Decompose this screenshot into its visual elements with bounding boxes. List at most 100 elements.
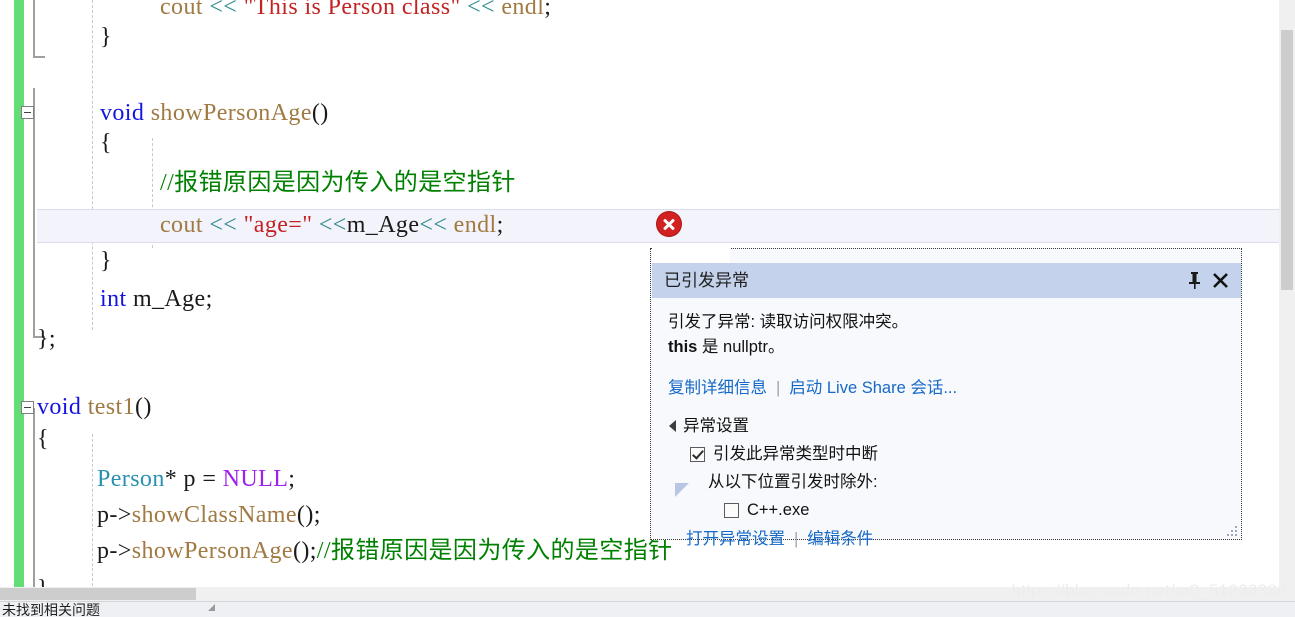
code-token: //报错原因是因为传入的是空指针 (160, 170, 516, 196)
code-token: test1 (87, 394, 136, 420)
error-x-icon[interactable] (657, 212, 681, 236)
module-exclusion-checkbox[interactable] (724, 502, 739, 518)
code-token: Person (97, 466, 165, 492)
code-token: ; (496, 212, 504, 238)
collapse-toggle-showpersonage[interactable] (21, 106, 34, 119)
code-line[interactable]: cout << "age=" <<m_Age<< endl; (160, 210, 504, 240)
popup-title: 已引发异常 (664, 271, 749, 290)
code-token: () (135, 394, 152, 420)
code-line[interactable]: { (100, 128, 112, 158)
copy-details-link[interactable]: 复制详细信息 (668, 376, 767, 400)
code-token: endl (501, 0, 545, 20)
code-token: p-> (97, 502, 132, 528)
close-icon[interactable] (1207, 268, 1233, 294)
code-line[interactable]: } (100, 22, 112, 52)
code-line[interactable]: //报错原因是因为传入的是空指针 (160, 168, 516, 198)
code-token: } (100, 24, 112, 50)
change-tracking-bar (14, 0, 24, 601)
code-token: m_Age; (126, 286, 213, 312)
code-token: () (311, 100, 329, 126)
structure-line (33, 408, 35, 601)
code-line[interactable]: { (37, 424, 49, 454)
popup-body: 引发了异常: 读取访问权限冲突。 this 是 nullptr。 复制详细信息 … (652, 298, 1241, 548)
watermark: https://blog.csdn.net/m0_51233386 (1011, 581, 1287, 600)
code-line[interactable]: void showPersonAge() (100, 98, 329, 128)
code-token: cout (160, 0, 210, 20)
code-token: NULL (222, 466, 289, 492)
resize-grip[interactable] (1225, 524, 1237, 536)
exception-settings-label: 异常设置 (683, 417, 749, 435)
code-token: "This is Person class" (243, 0, 461, 20)
code-token: int (100, 286, 127, 312)
code-token: }; (37, 326, 56, 352)
code-token: void (37, 394, 82, 420)
code-token: << (419, 212, 454, 238)
code-token: << (209, 212, 244, 238)
bottom-status-bar[interactable]: 未找到相关问题 (0, 601, 1295, 617)
code-token: endl (453, 212, 497, 238)
code-token: << (209, 0, 244, 20)
edit-conditions-link[interactable]: 编辑条件 (807, 527, 873, 551)
break-when-thrown-row[interactable]: 引发此异常类型时中断 (690, 442, 1225, 466)
link-separator: | (794, 530, 799, 548)
break-when-thrown-checkbox[interactable] (690, 446, 705, 462)
no-related-issues-label: 未找到相关问题 (2, 602, 100, 617)
code-token: } (100, 248, 112, 274)
code-line[interactable]: p->showPersonAge();//报错原因是因为传入的是空指针 (97, 536, 673, 566)
code-line[interactable]: }; (37, 324, 56, 354)
code-token: m_Age (346, 212, 420, 238)
exception-settings-block: 异常设置 引发此异常类型时中断 从以下位置引发时除外: C++.exe 打开异常… (668, 414, 1225, 551)
code-token: void (100, 100, 145, 126)
structure-line (33, 88, 35, 338)
code-line[interactable]: int m_Age; (100, 284, 213, 314)
start-live-share-link[interactable]: 启动 Live Share 会话... (789, 376, 957, 400)
horizontal-scrollbar-thumb[interactable] (0, 588, 196, 600)
code-line[interactable]: p->showClassName(); (97, 500, 321, 530)
structure-line (33, 0, 35, 58)
code-line[interactable]: void test1() (37, 392, 152, 422)
code-token: "age=" (243, 212, 313, 238)
exception-message-bold: this (668, 338, 698, 356)
except-when-thrown-from-row: 从以下位置引发时除外: (708, 470, 1225, 494)
popup-notch (652, 248, 730, 263)
code-token: << (460, 0, 502, 20)
code-line[interactable]: cout << "This is Person class" << endl; (160, 0, 551, 22)
exception-message-line-1: 引发了异常: 读取访问权限冲突。 (668, 313, 909, 331)
code-token: * p = (164, 466, 223, 492)
indent-guide (92, 434, 93, 601)
code-token: showPersonAge (131, 538, 293, 564)
except-when-thrown-from-label: 从以下位置引发时除外: (708, 473, 878, 491)
code-token: (); (292, 538, 317, 564)
exception-message-rest: 是 nullptr。 (697, 338, 785, 356)
vertical-scrollbar-thumb[interactable] (1281, 30, 1293, 290)
code-token: { (100, 130, 112, 156)
module-exclusion-row[interactable]: C++.exe (724, 498, 1225, 522)
popup-pointer-tail (675, 483, 689, 497)
code-token: showClassName (131, 502, 297, 528)
open-exception-settings-link[interactable]: 打开异常设置 (686, 527, 785, 551)
exception-message-line-2: this 是 nullptr。 (668, 335, 1225, 360)
collapse-toggle-test1[interactable] (21, 401, 34, 414)
code-token: showPersonAge (150, 100, 312, 126)
popup-action-links: 复制详细信息 | 启动 Live Share 会话... (668, 376, 1225, 400)
vertical-scrollbar-track[interactable] (1279, 0, 1295, 601)
exception-helper-popup[interactable]: 已引发异常 引发了异常: 读取访问权限冲突。 this 是 nullptr。 复… (650, 248, 1242, 548)
code-token: cout (160, 212, 210, 238)
link-separator: | (776, 379, 781, 397)
exception-settings-header[interactable]: 异常设置 (668, 414, 1225, 438)
code-token: //报错原因是因为传入的是空指针 (316, 538, 673, 564)
code-line[interactable]: Person* p = NULL; (97, 464, 295, 494)
resize-caret-icon (208, 604, 215, 611)
structure-line-foot (33, 56, 45, 58)
code-token: p-> (97, 538, 132, 564)
popup-header: 已引发异常 (652, 263, 1241, 298)
module-name-label: C++.exe (747, 501, 810, 519)
code-token: (); (296, 502, 321, 528)
code-token: ; (288, 466, 296, 492)
code-line[interactable]: } (100, 246, 112, 276)
expander-triangle-icon[interactable] (669, 420, 676, 432)
code-token: { (37, 426, 49, 452)
pin-icon[interactable] (1181, 268, 1207, 294)
code-token: ; (544, 0, 552, 20)
break-when-thrown-label: 引发此异常类型时中断 (713, 445, 878, 463)
